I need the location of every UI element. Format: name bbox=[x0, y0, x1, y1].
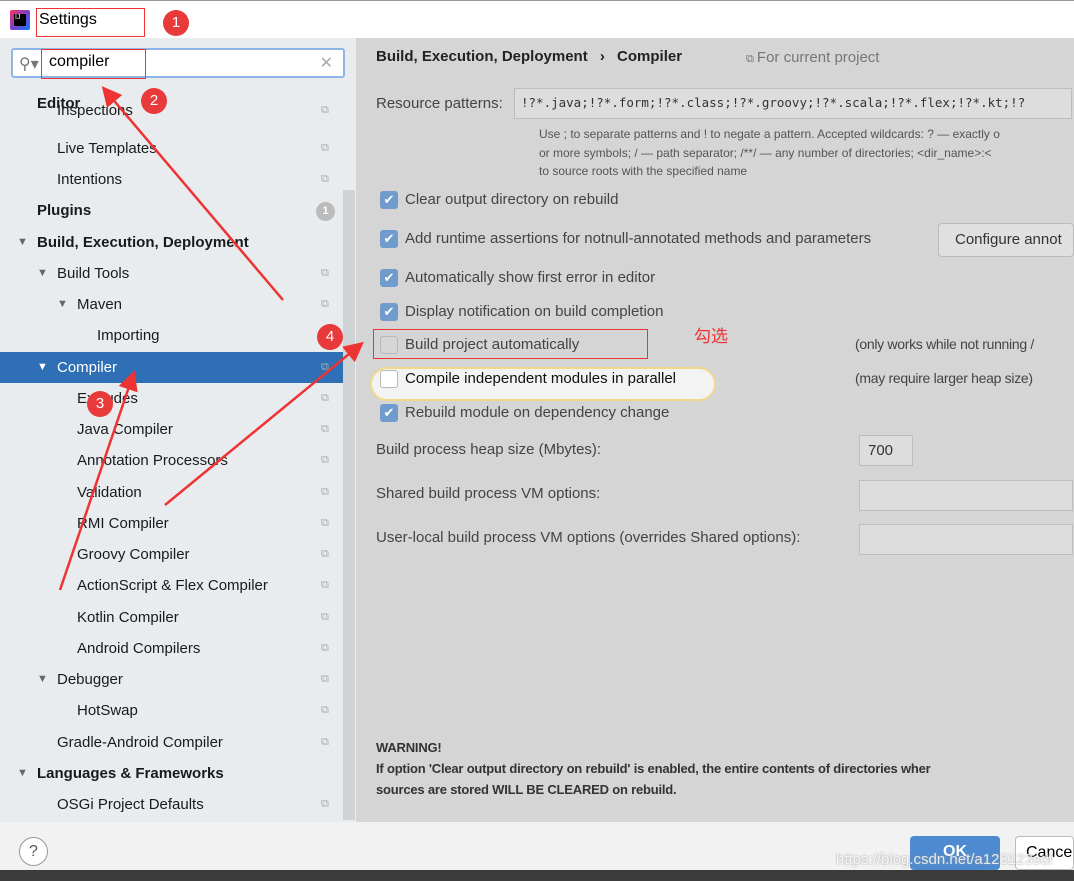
step-marker: 4 bbox=[317, 324, 343, 350]
step-marker: 3 bbox=[87, 391, 113, 417]
annotation-note: 勾选 bbox=[694, 327, 728, 346]
annotation-arrows bbox=[58, 86, 364, 591]
step-marker: 2 bbox=[141, 88, 167, 114]
annotation-arrow bbox=[101, 86, 284, 301]
step-marker: 1 bbox=[163, 10, 189, 36]
annotation-arrow bbox=[164, 341, 364, 506]
